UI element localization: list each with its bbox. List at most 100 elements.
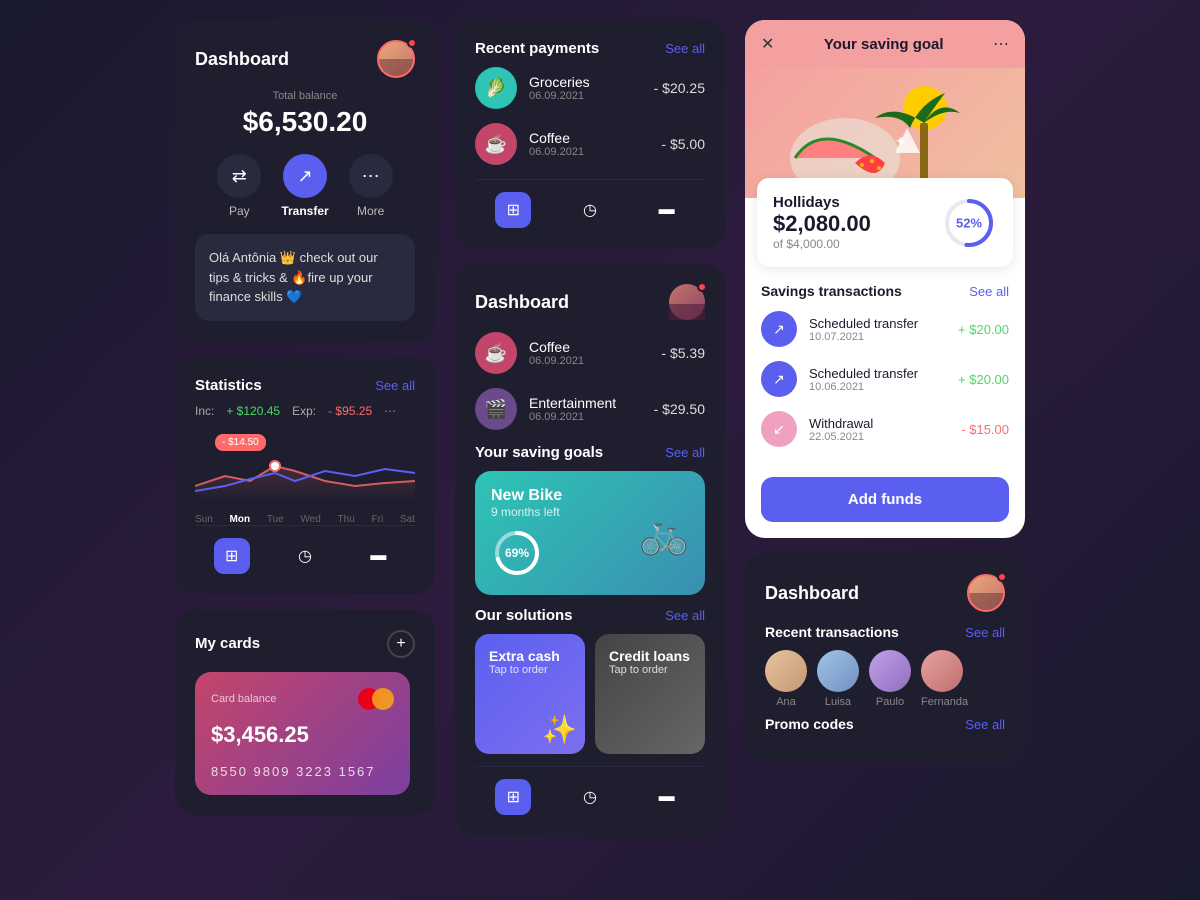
savings-transactions: Savings transactions See all ↗ Scheduled… <box>745 267 1025 477</box>
payment-coffee-1: ☕ Coffee 06.09.2021 - $5.00 <box>475 123 705 165</box>
clock-nav-3[interactable]: ◷ <box>572 779 608 815</box>
trans-item-1: ↗ Scheduled transfer 10.07.2021 + $20.00 <box>761 311 1009 347</box>
card-balance: $3,456.25 <box>211 722 394 748</box>
clock-nav-icon[interactable]: ◷ <box>287 538 323 574</box>
promo-codes-see-all[interactable]: See all <box>965 717 1005 732</box>
trans-amount-3: - $15.00 <box>961 422 1009 437</box>
coffee-info-1: Coffee 06.09.2021 <box>529 130 649 158</box>
person-avatar-luisa[interactable] <box>817 650 859 692</box>
savings-trans-title: Savings transactions <box>761 283 902 299</box>
stats-options[interactable]: ⋯ <box>384 404 396 418</box>
payment-coffee-2: ☕ Coffee 06.09.2021 - $5.39 <box>475 332 705 374</box>
chart-days: Sun Mon Tue Wed Thu Fri Sat <box>195 514 415 525</box>
entertainment-amount: - $29.50 <box>654 401 705 417</box>
savings-trans-see-all[interactable]: See all <box>969 284 1009 299</box>
recent-trans-header: Recent transactions See all <box>765 624 1005 640</box>
more-button[interactable]: ⋯ More <box>349 154 393 218</box>
column-3: ✕ Your saving goal ⋯ <box>745 20 1025 762</box>
trans-info-1: Scheduled transfer 10.07.2021 <box>809 316 946 343</box>
saving-goal-details: Hollidays $2,080.00 of $4,000.00 52% <box>757 178 1013 267</box>
groceries-info: Groceries 06.09.2021 <box>529 74 642 102</box>
svg-text:✦: ✦ <box>895 133 907 149</box>
groceries-icon: 🥬 <box>475 67 517 109</box>
inc-label: Inc: <box>195 404 214 418</box>
hollidays-label: Hollidays <box>773 194 925 211</box>
extra-cash-title: Extra cash <box>489 648 571 664</box>
dashboard-card-2: Dashboard ☕ Coffee 06.09.2021 - $5.39 🎬 … <box>455 264 725 835</box>
person-avatar-ana[interactable] <box>765 650 807 692</box>
progress-pct: 52% <box>956 215 982 230</box>
saving-goals-see-all[interactable]: See all <box>665 445 705 460</box>
goal-detail-info: Hollidays $2,080.00 of $4,000.00 <box>773 194 925 251</box>
inc-value: + $120.45 <box>226 404 280 418</box>
options-button[interactable]: ⋯ <box>993 34 1009 54</box>
trans-item-2: ↗ Scheduled transfer 10.06.2021 + $20.00 <box>761 361 1009 397</box>
promo-text: Olá Antônia 👑 check out our tips & trick… <box>209 250 378 304</box>
person-luisa: Luisa <box>817 650 859 708</box>
recent-payments-see-all[interactable]: See all <box>665 41 705 56</box>
more-label: More <box>357 204 384 218</box>
notification-dot <box>407 38 417 48</box>
entertainment-icon: 🎬 <box>475 388 517 430</box>
card-nav-3[interactable]: ▬ <box>649 779 685 815</box>
statistics-card: Statistics See all Inc: + $120.45 Exp: -… <box>175 357 435 594</box>
trans-date-1: 10.07.2021 <box>809 331 946 343</box>
goal-pct: 69% <box>505 546 529 560</box>
promo-codes-header: Promo codes See all <box>765 716 1005 732</box>
avatar-wrapper-3 <box>967 574 1005 612</box>
grid-nav-icon[interactable]: ⊞ <box>214 538 250 574</box>
coffee-date-1: 06.09.2021 <box>529 146 649 158</box>
transfer-label: Transfer <box>281 204 328 218</box>
coffee-icon-2: ☕ <box>475 332 517 374</box>
stats-meta: Inc: + $120.45 Exp: - $95.25 ⋯ <box>195 404 415 418</box>
entertainment-name: Entertainment <box>529 395 642 411</box>
person-ana: Ana <box>765 650 807 708</box>
my-cards-title: My cards <box>195 635 260 652</box>
exp-label: Exp: <box>292 404 316 418</box>
groceries-date: 06.09.2021 <box>529 90 642 102</box>
solutions-see-all[interactable]: See all <box>665 608 705 623</box>
magic-icon: ✨ <box>542 713 577 746</box>
dashboard-card: Dashboard Total balance $6,530.20 ⇄ Pay … <box>175 20 435 341</box>
clock-nav-2[interactable]: ◷ <box>572 192 608 228</box>
trans-info-2: Scheduled transfer 10.06.2021 <box>809 366 946 393</box>
trans-name-1: Scheduled transfer <box>809 316 946 331</box>
card-nav-2[interactable]: ▬ <box>649 192 685 228</box>
card-nav-icon[interactable]: ▬ <box>360 538 396 574</box>
dashboard-title-2: Dashboard <box>475 292 569 313</box>
grid-nav-2[interactable]: ⊞ <box>495 192 531 228</box>
trans-name-2: Scheduled transfer <box>809 366 946 381</box>
grid-nav-3[interactable]: ⊞ <box>495 779 531 815</box>
close-button[interactable]: ✕ <box>761 34 774 54</box>
extra-cash-sub: Tap to order <box>489 664 571 676</box>
avatar-wrapper-2 <box>669 284 705 320</box>
trans-amount-1: + $20.00 <box>958 322 1009 337</box>
trans-name-3: Withdrawal <box>809 416 949 431</box>
person-avatar-fernanda[interactable] <box>921 650 963 692</box>
bottom-nav-1: ⊞ ◷ ▬ <box>195 525 415 574</box>
action-buttons: ⇄ Pay ↗ Transfer ⋯ More <box>195 154 415 218</box>
coffee-amount-1: - $5.00 <box>661 136 705 152</box>
transfer-button[interactable]: ↗ Transfer <box>281 154 328 218</box>
trans-date-2: 10.06.2021 <box>809 381 946 393</box>
add-funds-button[interactable]: Add funds <box>761 477 1009 522</box>
column-1: Dashboard Total balance $6,530.20 ⇄ Pay … <box>175 20 435 815</box>
pay-button[interactable]: ⇄ Pay <box>217 154 261 218</box>
person-avatar-paulo[interactable] <box>869 650 911 692</box>
stats-see-all[interactable]: See all <box>375 378 415 393</box>
day-fri: Fri <box>372 514 384 525</box>
recent-payments-header: Recent payments See all <box>475 40 705 57</box>
mc-orange-circle <box>372 688 394 710</box>
credit-loans-card[interactable]: Credit loans Tap to order <box>595 634 705 754</box>
stats-header: Statistics See all <box>195 377 415 394</box>
entertainment-info: Entertainment 06.09.2021 <box>529 395 642 423</box>
trans-amount-2: + $20.00 <box>958 372 1009 387</box>
extra-cash-card[interactable]: Extra cash Tap to order ✨ <box>475 634 585 754</box>
dashboard-title-3: Dashboard <box>765 583 859 604</box>
recent-trans-see-all[interactable]: See all <box>965 625 1005 640</box>
dashboard-header: Dashboard <box>195 40 415 78</box>
day-sat: Sat <box>400 514 415 525</box>
saving-goals-header: Your saving goals See all <box>475 444 705 461</box>
add-card-button[interactable]: + <box>387 630 415 658</box>
person-fernanda: Fernanda <box>921 650 968 708</box>
